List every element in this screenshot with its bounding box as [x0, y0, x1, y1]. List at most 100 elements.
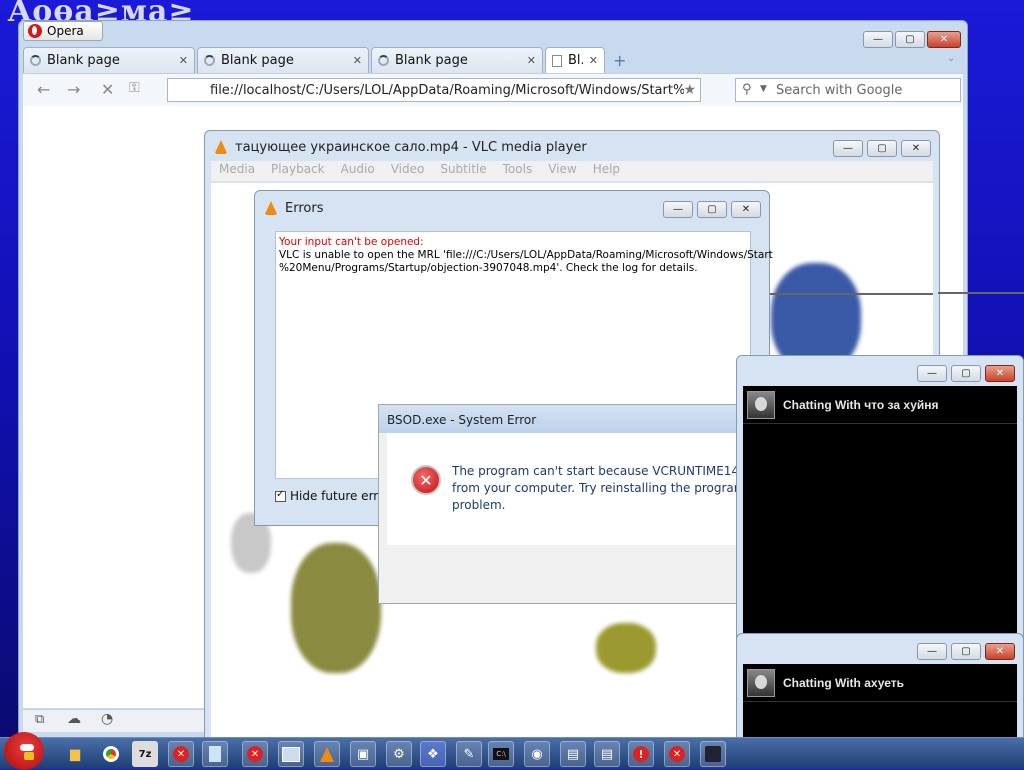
- chat1-name: Chatting With что за хуйня: [783, 397, 939, 412]
- errors-minimize-button[interactable]: —: [663, 201, 693, 218]
- panel-toggle-icon[interactable]: ⧉: [35, 712, 44, 727]
- opera-close-button[interactable]: ✕: [927, 31, 961, 48]
- forward-arrow-icon[interactable]: →: [67, 80, 80, 99]
- taskbar: ▆ 7z ✕ ✕ ▣ ⚙ ❖ ✎ C:\ ◉ ▤ ▤ ! ✕: [0, 732, 1024, 770]
- chat2-maximize-button[interactable]: ▢: [951, 643, 981, 660]
- window-app-icon[interactable]: [278, 741, 304, 767]
- system-error-titlebar: BSOD.exe - System Error: [379, 405, 737, 433]
- vlc-maximize-button[interactable]: ▢: [867, 140, 897, 157]
- menu-playback[interactable]: Playback: [263, 161, 333, 181]
- opera-maximize-button[interactable]: ▢: [895, 31, 925, 48]
- error-app-icon-3[interactable]: ✕: [664, 741, 690, 767]
- system-error-dialog: BSOD.exe - System Error ✕ The program ca…: [378, 404, 738, 604]
- back-arrow-icon[interactable]: ←: [37, 80, 50, 99]
- dark-app-icon[interactable]: [700, 741, 726, 767]
- tab-close-icon[interactable]: ✕: [353, 54, 362, 67]
- menu-tools[interactable]: Tools: [495, 161, 541, 181]
- speed-dial-icon[interactable]: ◔: [101, 711, 113, 727]
- tab-list-chevron-icon[interactable]: ⌄: [947, 53, 955, 64]
- 7zip-icon[interactable]: 7z: [132, 741, 158, 767]
- chat2-name: Chatting With ахуеть: [783, 675, 904, 690]
- chat2-header: Chatting With ахуеть: [743, 664, 1017, 702]
- installer-icon[interactable]: ⚙: [386, 741, 412, 767]
- menu-media[interactable]: Media: [211, 161, 263, 181]
- chat1-header: Chatting With что за хуйня: [743, 386, 1017, 424]
- avatar: [747, 390, 775, 419]
- paint-app-icon[interactable]: ✎: [456, 741, 482, 767]
- avatar: [747, 668, 775, 697]
- page-icon: [552, 54, 562, 67]
- monitor-app-icon-2[interactable]: ▤: [594, 741, 620, 767]
- search-field[interactable]: ⚲ ▼ Search with Google: [735, 78, 961, 102]
- notepad-icon[interactable]: [202, 741, 228, 767]
- errors-close-button[interactable]: ✕: [731, 201, 761, 218]
- chat-window-1: — ▢ ✕ Chatting With что за хуйня: [736, 355, 1024, 646]
- error-line-1: VLC is unable to open the MRL 'file:///C…: [279, 249, 773, 261]
- vlc-menu-bar: Media Playback Audio Video Subtitle Tool…: [211, 161, 933, 181]
- chat1-close-button[interactable]: ✕: [985, 365, 1015, 382]
- error-app-icon-2[interactable]: ✕: [242, 741, 268, 767]
- folder-icon[interactable]: ▆: [62, 741, 88, 767]
- menu-video[interactable]: Video: [383, 161, 433, 181]
- errors-title: Errors: [285, 201, 324, 216]
- error-app-icon-1[interactable]: ✕: [168, 741, 194, 767]
- system-error-body: ✕ The program can't start because VCRUNT…: [387, 433, 738, 545]
- address-toolbar: ← → ✕ ⚿ file://localhost/C:/Users/LOL/Ap…: [23, 73, 963, 106]
- system-error-message: The program can't start because VCRUNTIM…: [452, 464, 738, 512]
- tab-active[interactable]: Bl... ✕: [545, 47, 605, 73]
- error-x-icon: ✕: [411, 465, 441, 495]
- vlc-close-button[interactable]: ✕: [901, 140, 931, 157]
- chat1-maximize-button[interactable]: ▢: [951, 365, 981, 382]
- image-app-icon[interactable]: ▣: [350, 741, 376, 767]
- loading-icon: [378, 55, 389, 66]
- loading-icon: [30, 55, 41, 66]
- system-error-title: BSOD.exe - System Error: [387, 413, 537, 427]
- monitor-app-icon-1[interactable]: ▤: [560, 741, 586, 767]
- new-tab-button[interactable]: +: [613, 51, 626, 70]
- tab-blank-page-2[interactable]: Blank page ✕: [197, 47, 369, 73]
- opera-logo-icon: [28, 24, 42, 38]
- vlc-cone-icon: [265, 201, 277, 215]
- chat2-minimize-button[interactable]: —: [917, 643, 947, 660]
- key-icon[interactable]: ⚿: [129, 80, 140, 96]
- video-figure-olive: [291, 543, 381, 673]
- tab-blank-page-3[interactable]: Blank page ✕: [371, 47, 543, 73]
- cloud-icon[interactable]: ☁: [67, 711, 81, 727]
- tab-close-icon[interactable]: ✕: [527, 54, 536, 67]
- stop-icon[interactable]: ✕: [101, 80, 114, 99]
- menu-view[interactable]: View: [540, 161, 584, 181]
- command-prompt-icon[interactable]: C:\: [488, 741, 514, 767]
- errors-maximize-button[interactable]: ▢: [697, 201, 727, 218]
- search-icon: ⚲: [742, 82, 752, 97]
- warning-app-icon[interactable]: !: [628, 741, 654, 767]
- vlc-taskbar-icon[interactable]: [314, 741, 340, 767]
- loading-icon: [204, 55, 215, 66]
- error-line-2: %20Menu/Programs/Startup/objection-39070…: [279, 262, 698, 274]
- error-heading: Your input can't be opened:: [279, 236, 424, 248]
- tab-close-icon[interactable]: ✕: [179, 54, 188, 67]
- menu-help[interactable]: Help: [585, 161, 628, 181]
- menu-audio[interactable]: Audio: [333, 161, 383, 181]
- tab-blank-page-1[interactable]: Blank page ✕: [23, 47, 195, 73]
- checkbox-checked-icon[interactable]: [275, 489, 286, 502]
- search-engine-dropdown-icon[interactable]: ▼: [760, 84, 767, 94]
- chat2-close-button[interactable]: ✕: [985, 643, 1015, 660]
- vlc-title: тацующее украинское сало.mp4 - VLC media…: [235, 140, 587, 155]
- menu-subtitle[interactable]: Subtitle: [432, 161, 494, 181]
- disc-app-icon[interactable]: ◉: [524, 741, 550, 767]
- vlc-minimize-button[interactable]: —: [833, 140, 863, 157]
- script-app-icon[interactable]: ❖: [420, 741, 446, 767]
- star-icon[interactable]: ★: [683, 82, 696, 98]
- angry-bird-start-icon[interactable]: [4, 732, 44, 770]
- opera-menu-button[interactable]: Opera: [23, 21, 103, 41]
- chrome-icon[interactable]: [98, 741, 124, 767]
- video-figure-yellow: [596, 623, 656, 673]
- vlc-cone-icon: [215, 140, 227, 154]
- chat1-panel: Chatting With что за хуйня: [743, 386, 1017, 646]
- chat1-minimize-button[interactable]: —: [917, 365, 947, 382]
- video-line-extension: [938, 292, 1024, 294]
- opera-menu-label: Opera: [47, 24, 84, 38]
- tab-close-icon[interactable]: ✕: [589, 54, 598, 67]
- opera-minimize-button[interactable]: —: [863, 31, 893, 48]
- address-field[interactable]: file://localhost/C:/Users/LOL/AppData/Ro…: [167, 78, 701, 102]
